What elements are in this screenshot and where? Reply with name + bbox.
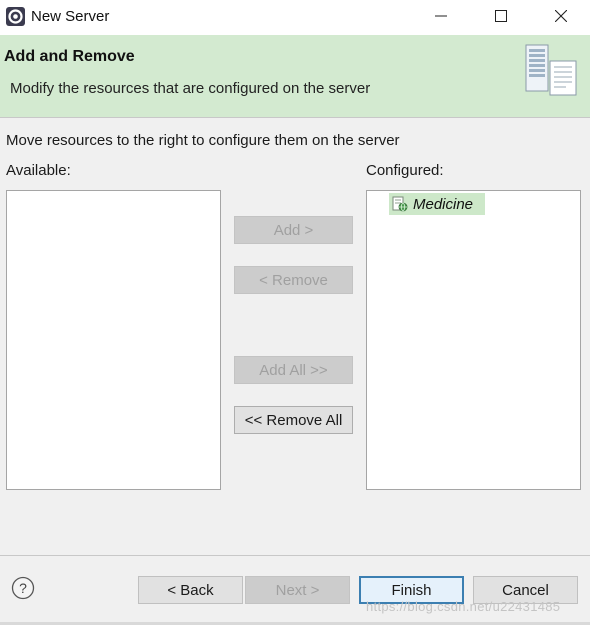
remove-button[interactable]: < Remove — [234, 266, 353, 294]
list-item-label: Medicine — [413, 195, 474, 213]
available-list[interactable] — [6, 190, 221, 490]
wizard-header-banner: Add and Remove Modify the resources that… — [0, 35, 590, 117]
add-all-button[interactable]: Add All >> — [234, 356, 353, 384]
maximize-button[interactable] — [478, 0, 524, 32]
close-icon — [555, 10, 567, 22]
wizard-footer: ? < Back Next > Finish Cancel https://bl… — [0, 556, 590, 622]
page-description: Modify the resources that are configured… — [10, 80, 371, 97]
help-icon[interactable]: ? — [11, 576, 35, 600]
minimize-icon — [435, 15, 447, 17]
list-item[interactable]: Medicine — [389, 193, 485, 215]
svg-text:?: ? — [19, 580, 27, 596]
configured-label: Configured: — [366, 162, 444, 179]
next-button[interactable]: Next > — [245, 576, 350, 604]
add-button[interactable]: Add > — [234, 216, 353, 244]
available-label: Available: — [6, 162, 71, 179]
minimize-button[interactable] — [418, 0, 464, 32]
window-title: New Server — [31, 8, 110, 25]
remove-all-button[interactable]: << Remove All — [234, 406, 353, 434]
add-remove-panel: Move resources to the right to configure… — [0, 118, 590, 555]
eclipse-app-icon — [6, 7, 25, 26]
instruction-text: Move resources to the right to configure… — [6, 132, 400, 149]
page-title: Add and Remove — [4, 48, 135, 65]
web-module-icon — [392, 196, 408, 212]
configured-list[interactable]: Medicine — [366, 190, 581, 490]
watermark-text: https://blog.csdn.net/u22431485 — [366, 599, 561, 614]
window-titlebar: New Server — [0, 0, 590, 34]
maximize-icon — [495, 10, 507, 22]
back-button[interactable]: < Back — [138, 576, 243, 604]
close-button[interactable] — [538, 0, 584, 32]
server-document-icon — [522, 43, 580, 99]
